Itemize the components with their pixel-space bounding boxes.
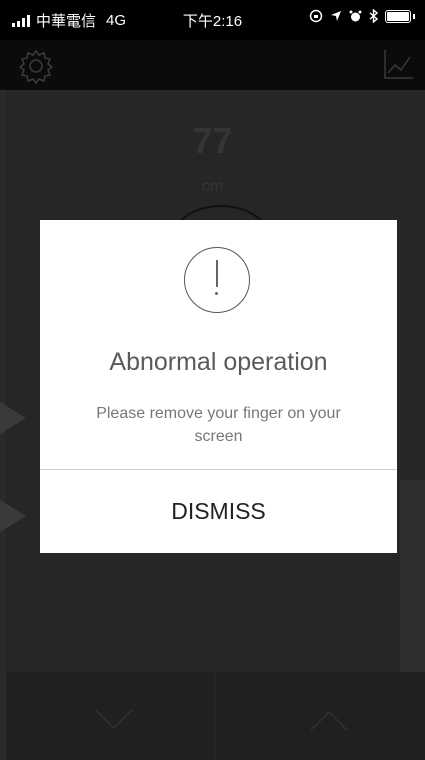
- exclamation-bar: [215, 260, 218, 287]
- app-screen: 中華電信 4G 下午2:16 77 cm Abnormal operation …: [0, 0, 425, 760]
- line-chart-icon[interactable]: [383, 48, 415, 80]
- battery-icon: [385, 9, 411, 23]
- chevron-up-icon[interactable]: [309, 708, 349, 732]
- bottom-controls: [6, 672, 425, 760]
- battery-tip: [413, 13, 415, 19]
- bluetooth-icon: [369, 9, 378, 23]
- dialog-message: Please remove your finger on your screen: [96, 405, 341, 445]
- app-header: [0, 40, 425, 90]
- measurement-unit: cm: [201, 178, 224, 195]
- measurement-value: 77: [192, 120, 233, 161]
- exclamation-circle-icon: [184, 247, 250, 313]
- status-right: [309, 9, 415, 23]
- left-arrow-marker-upper: [0, 402, 26, 434]
- background-panel: [400, 480, 425, 680]
- alert-dialog: Abnormal operation Please remove your fi…: [40, 220, 397, 553]
- dismiss-button[interactable]: DISMISS: [40, 470, 397, 553]
- alarm-icon: [349, 10, 362, 21]
- gear-icon[interactable]: [18, 48, 54, 84]
- chevron-down-icon[interactable]: [94, 708, 134, 732]
- location-arrow-icon: [331, 11, 341, 21]
- left-arrow-marker-lower: [0, 500, 26, 532]
- orientation-lock-icon: [309, 9, 323, 23]
- status-bar: 中華電信 4G 下午2:16: [0, 0, 425, 40]
- exclamation-dot: [215, 292, 218, 295]
- dialog-title: Abnormal operation: [109, 348, 328, 376]
- bottom-divider: [214, 672, 215, 760]
